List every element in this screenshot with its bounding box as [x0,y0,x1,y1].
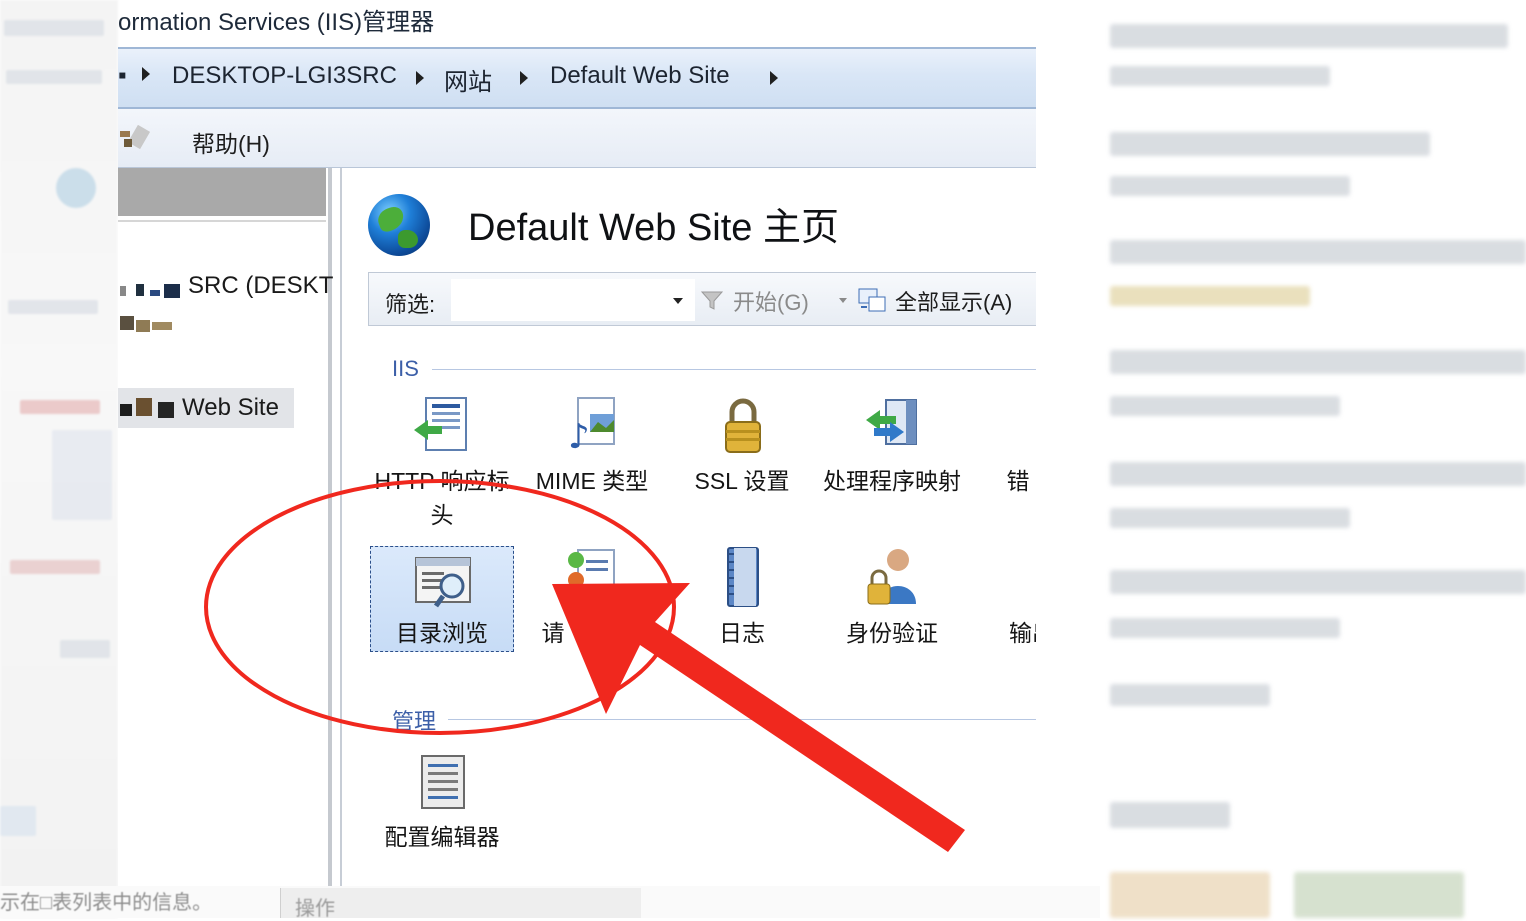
actions-pane-header[interactable]: 操作 [280,888,641,920]
tile-label: 日志 [719,620,765,646]
tile-directory-browsing[interactable]: 目录浏览 [368,546,516,652]
breadcrumb-sites[interactable]: 网站 [444,62,492,97]
tile-authentication[interactable]: 身份验证 [818,546,966,652]
tree-header [118,168,326,216]
tile-label: 输出 [1009,620,1038,646]
menu-bar: 帮助(H) [118,109,1036,168]
site-node-icon [120,398,174,418]
globe-icon [368,194,430,256]
start-filter-button[interactable]: 开始(G) [733,285,809,317]
show-all-icon [858,288,886,312]
status-strip: 示在□表列表中的信息。 操作 [0,886,1100,920]
tile-label: 身份验证 [846,620,938,646]
breadcrumb-chevron-icon[interactable] [520,71,528,85]
tile-configuration-editor[interactable]: 配置编辑器 [368,752,516,852]
show-all-button[interactable]: 全部显示(A) [895,285,1012,317]
sites-node-icon[interactable] [118,312,178,336]
tile-label: 配置编辑器 [384,824,500,850]
address-bar[interactable]: ▪ DESKTOP-LGI3SRC 网站 Default Web Site [118,47,1036,109]
output-caching-icon [1012,546,1038,608]
breadcrumb-chevron-icon[interactable] [416,71,424,85]
tree-node-server[interactable]: SRC (DESKT [188,272,333,300]
tile-label: MIME 类型 [535,468,649,494]
tile-label: 错 [1006,468,1030,494]
configuration-editor-icon [421,755,465,809]
ssl-lock-icon [725,398,761,453]
tile-label: HTTP 响应标头 [374,468,510,528]
tree-node-site-selected[interactable]: Web Site [118,388,294,428]
tree-separator [118,220,326,222]
directory-browsing-icon [415,557,471,608]
breadcrumb-leading-mark: ▪ [118,62,127,89]
error-pages-icon [1012,394,1038,456]
tile-label: 目录浏览 [396,620,488,646]
breadcrumb-chevron-icon[interactable] [770,71,778,85]
connections-tree: SRC (DESKT Web Site [118,168,333,890]
tile-request-filtering[interactable]: 请 [518,546,666,652]
breadcrumb-server[interactable]: DESKTOP-LGI3SRC [172,62,397,90]
actions-label: 操作 [295,898,335,920]
filter-input[interactable] [451,279,695,321]
tile-ssl-settings[interactable]: SSL 设置 [668,394,816,504]
tile-label: 请 [541,620,565,646]
request-filtering-icon [568,549,615,597]
tile-mime-types[interactable]: ♪ MIME 类型 [518,394,666,504]
mime-types-icon: ♪ [568,397,615,456]
tile-handler-mappings[interactable]: 处理程序映射 [818,394,966,536]
http-response-headers-icon [414,397,467,451]
window-title: ormation Services (IIS)管理器 [118,9,435,36]
status-hint: 示在□表列表中的信息。 [0,892,213,914]
tree-node-site-label: Web Site [182,394,279,421]
page-title: Default Web Site 主页 [468,207,840,249]
authentication-icon [867,549,916,605]
toolbar-tools-icon[interactable] [118,125,152,151]
tile-error-pages[interactable]: 错 [968,394,1038,504]
section-divider [448,719,1038,720]
tile-logging[interactable]: 日志 [668,546,816,652]
funnel-icon [701,291,723,310]
tile-http-response-headers[interactable]: HTTP 响应标头 [368,394,516,536]
tile-label: SSL 设置 [694,468,790,494]
section-label-iis: IIS [392,356,419,381]
tile-label: 处理程序映射 [823,468,961,494]
filter-label: 筛选: [385,292,436,317]
features-view: Default Web Site 主页 筛选: 开始(G) 全部显示(A) II… [340,168,1038,890]
svg-text:♪: ♪ [568,417,590,456]
menu-help[interactable]: 帮助(H) [192,125,270,159]
breadcrumb-root-arrow[interactable] [142,62,150,90]
tile-output-caching[interactable]: 输出 [968,546,1038,652]
start-dropdown-icon[interactable] [839,298,847,303]
breadcrumb-site[interactable]: Default Web Site [550,62,730,90]
section-divider [432,369,1038,370]
handler-mappings-icon [866,399,917,445]
filter-toolbar: 筛选: 开始(G) 全部显示(A) [368,272,1038,326]
server-node-icon[interactable] [118,278,188,300]
filter-dropdown-icon[interactable] [673,298,683,304]
logging-icon [727,547,759,607]
left-blurred-region [0,0,118,918]
section-label-management: 管理 [392,709,437,734]
right-blurred-region [1036,0,1526,918]
